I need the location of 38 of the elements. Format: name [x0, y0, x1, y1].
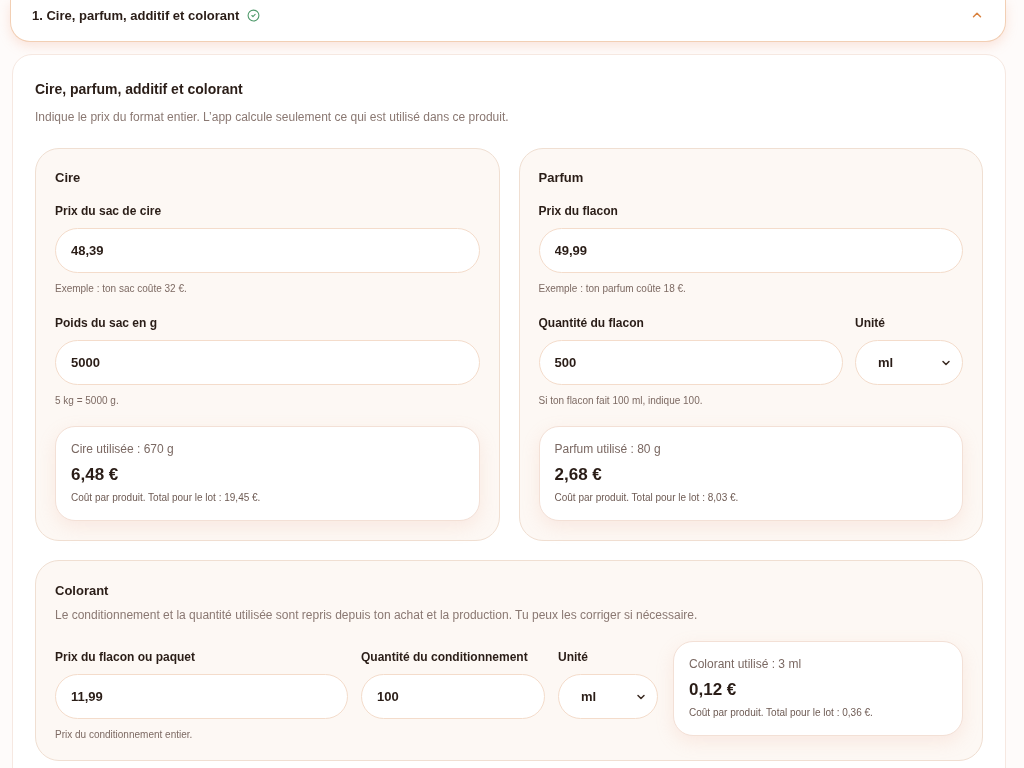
- used-amount: Cire utilisée : 670 g: [71, 441, 175, 457]
- field-label: Prix du flacon ou paquet: [55, 649, 196, 665]
- used-amount: Parfum utilisé : 80 g: [554, 441, 662, 457]
- unit-select[interactable]: ml: [558, 674, 658, 719]
- input-field[interactable]: 500: [538, 340, 843, 385]
- card-title: Cire: [55, 169, 82, 187]
- input-field[interactable]: 5000: [55, 340, 480, 385]
- used-amount: Colorant utilisé : 3 ml: [689, 656, 803, 672]
- field-label: Unité: [558, 649, 589, 665]
- field-hint: Exemple : ton sac coûte 32 €.: [55, 283, 188, 295]
- card-title: Colorant: [55, 582, 110, 600]
- cost-note: Coût par produit. Total pour le lot : 19,45 €.: [71, 492, 262, 504]
- cost-value: 2,68 €: [554, 464, 603, 486]
- card-description: Le conditionnement et la quantité utilisée sont repris depuis ton achat et la production. Tu peux les corriger si nécessaire.: [55, 607, 699, 623]
- field-label: Poids du sac en g: [55, 315, 159, 331]
- field-label: Unité: [855, 315, 886, 331]
- cost-value: 0,12 €: [689, 679, 738, 701]
- field-label: Quantité du flacon: [538, 315, 645, 331]
- accordion-header[interactable]: 1. Cire, parfum, additif et colorant: [10, 0, 1006, 42]
- cost-note: Coût par produit. Total pour le lot : 8,03 €.: [554, 492, 740, 504]
- accordion-title: 1. Cire, parfum, additif et colorant: [32, 8, 240, 23]
- section-description: Indique le prix du format entier. L’app calcule seulement ce qui est utilisé dans ce produit.: [35, 109, 510, 125]
- field-label: Prix du flacon: [538, 203, 619, 219]
- field-hint: Exemple : ton parfum coûte 18 €.: [538, 283, 687, 295]
- input-field[interactable]: 100: [361, 674, 545, 719]
- field-hint: 5 kg = 5000 g.: [55, 395, 120, 407]
- input-field[interactable]: 48,39: [55, 228, 480, 273]
- input-field[interactable]: 11,99: [55, 674, 348, 719]
- cost-value: 6,48 €: [71, 464, 120, 486]
- field-label: Prix du sac de cire: [55, 203, 163, 219]
- card-title: Parfum: [538, 169, 585, 187]
- input-field[interactable]: 49,99: [538, 228, 963, 273]
- unit-select[interactable]: ml: [855, 340, 963, 385]
- field-hint: Prix du conditionnement entier.: [55, 729, 194, 741]
- field-hint: Si ton flacon fait 100 ml, indique 100.: [538, 395, 704, 407]
- cost-note: Coût par produit. Total pour le lot : 0,36 €.: [689, 707, 874, 719]
- section-title: Cire, parfum, additif et colorant: [35, 80, 244, 98]
- field-label: Quantité du conditionnement: [361, 649, 529, 665]
